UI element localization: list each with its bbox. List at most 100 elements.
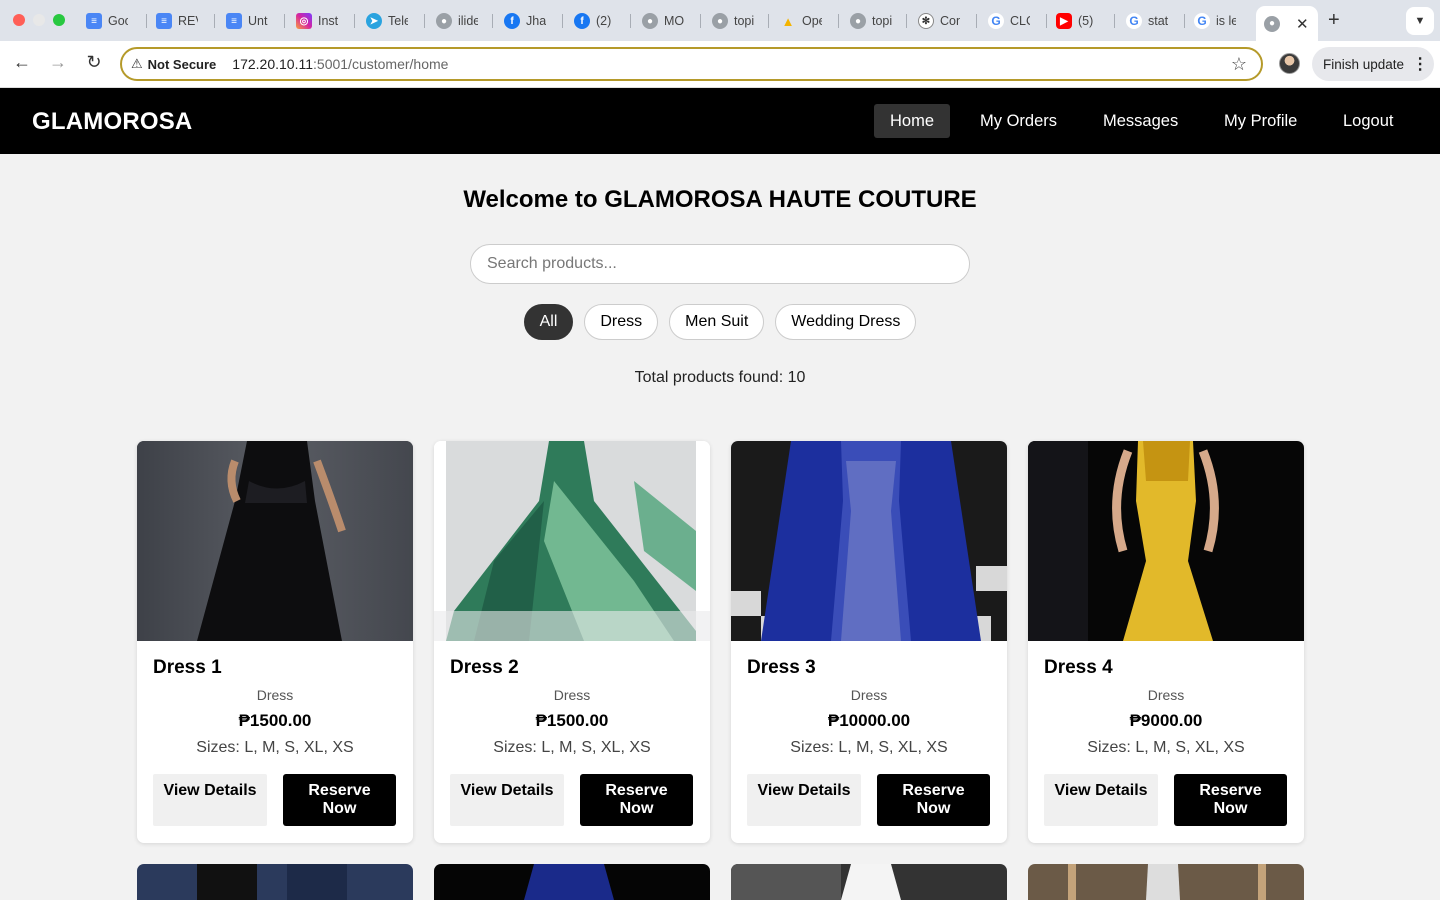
close-tab-icon[interactable]: ✕ bbox=[1296, 15, 1309, 33]
product-image[interactable] bbox=[137, 441, 413, 641]
back-arrow-icon[interactable]: ← bbox=[10, 52, 34, 73]
browser-tab[interactable]: Gstat bbox=[1126, 8, 1168, 34]
browser-tab[interactable]: ▶ (5) bbox=[1056, 8, 1098, 34]
globe-icon: ● bbox=[642, 13, 658, 29]
product-sizes: Sizes: L, M, S, XL, XS bbox=[1087, 739, 1245, 756]
globe-icon: ● bbox=[850, 13, 866, 29]
nav-home[interactable]: Home bbox=[874, 104, 951, 138]
forward-arrow-icon[interactable]: → bbox=[46, 52, 70, 73]
product-category: Dress bbox=[256, 687, 294, 703]
browser-tab[interactable]: ≡REV bbox=[156, 8, 198, 34]
product-sizes: Sizes: L, M, S, XL, XS bbox=[196, 739, 354, 756]
filter-dress[interactable]: Dress bbox=[584, 304, 659, 340]
browser-tab[interactable]: ● topi bbox=[712, 8, 754, 34]
product-name: Dress 3 bbox=[747, 657, 816, 678]
browser-tab[interactable]: ➤ Tele bbox=[366, 8, 408, 34]
bookmark-star-icon[interactable]: ☆ bbox=[1231, 54, 1247, 75]
profile-avatar[interactable] bbox=[1279, 53, 1300, 74]
close-window-icon[interactable] bbox=[13, 14, 25, 26]
reload-icon[interactable]: ↻ bbox=[82, 52, 106, 73]
maximize-window-icon[interactable] bbox=[53, 14, 65, 26]
product-price: ₱1500.00 bbox=[535, 711, 609, 730]
nav-logout[interactable]: Logout bbox=[1343, 104, 1393, 138]
total-products-count: Total products found: 10 bbox=[634, 369, 806, 386]
browser-tab[interactable]: ●MOI bbox=[642, 8, 684, 34]
product-card-image-partial[interactable] bbox=[434, 864, 710, 900]
product-image[interactable] bbox=[1028, 441, 1304, 641]
globe-icon: ● bbox=[712, 13, 728, 29]
browser-tab[interactable]: ● ilide bbox=[436, 8, 478, 34]
browser-tab[interactable]: f Jha bbox=[504, 8, 546, 34]
product-sizes: Sizes: L, M, S, XL, XS bbox=[790, 739, 948, 756]
tab-search-chevron-icon[interactable]: ▼ bbox=[1406, 7, 1434, 35]
browser-tab[interactable]: ≡Goo bbox=[86, 8, 128, 34]
reserve-now-button[interactable]: Reserve Now bbox=[580, 774, 693, 826]
product-price: ₱9000.00 bbox=[1129, 711, 1203, 730]
address-bar[interactable]: ⚠ Not Secure 172.20.10.11:5001/customer/… bbox=[120, 47, 1263, 81]
globe-icon: ● bbox=[436, 13, 452, 29]
browser-tab[interactable]: ◎Insta bbox=[296, 8, 338, 34]
reserve-now-button[interactable]: Reserve Now bbox=[283, 774, 396, 826]
product-card: Dress 4 Dress ₱9000.00 Sizes: L, M, S, X… bbox=[1028, 441, 1304, 843]
product-name: Dress 4 bbox=[1044, 657, 1113, 678]
new-tab-icon[interactable]: + bbox=[1328, 9, 1340, 32]
google-icon: G bbox=[1194, 13, 1210, 29]
product-card: Dress 3 Dress ₱10000.00 Sizes: L, M, S, … bbox=[731, 441, 1007, 843]
product-card: Dress 1 Dress ₱1500.00 Sizes: L, M, S, X… bbox=[137, 441, 413, 843]
google-icon: G bbox=[1126, 13, 1142, 29]
globe-icon: ● bbox=[1264, 15, 1280, 32]
google-docs-icon: ≡ bbox=[226, 13, 242, 29]
google-docs-icon: ≡ bbox=[86, 13, 102, 29]
google-drive-icon: ▲ bbox=[781, 13, 795, 29]
brand-logo[interactable]: GLAMOROSA bbox=[32, 108, 192, 136]
minimize-window-icon[interactable] bbox=[33, 14, 45, 26]
filter-all[interactable]: All bbox=[523, 304, 574, 340]
filter-wedding-dress[interactable]: Wedding Dress bbox=[775, 304, 917, 340]
filter-men-suit[interactable]: Men Suit bbox=[669, 304, 765, 340]
url-text[interactable]: 172.20.10.11:5001/customer/home bbox=[232, 56, 448, 72]
product-price: ₱1500.00 bbox=[238, 711, 312, 730]
browser-tab[interactable]: ✻ Con bbox=[918, 8, 960, 34]
google-docs-icon: ≡ bbox=[156, 13, 172, 29]
nav-messages[interactable]: Messages bbox=[1103, 104, 1178, 138]
product-card: Dress 2 Dress ₱1500.00 Sizes: L, M, S, X… bbox=[434, 441, 710, 843]
product-category: Dress bbox=[850, 687, 888, 703]
browser-tab[interactable]: ▲Ope bbox=[780, 8, 822, 34]
product-sizes: Sizes: L, M, S, XL, XS bbox=[493, 739, 651, 756]
view-details-button[interactable]: View Details bbox=[153, 774, 267, 826]
browser-tab[interactable]: ● topi bbox=[850, 8, 892, 34]
telegram-icon: ➤ bbox=[366, 13, 382, 29]
product-image[interactable] bbox=[731, 441, 1007, 641]
view-details-button[interactable]: View Details bbox=[1044, 774, 1158, 826]
search-input[interactable] bbox=[470, 244, 970, 284]
browser-tab[interactable]: f (2) bbox=[574, 8, 616, 34]
finish-update-button[interactable]: Finish update ⋮ bbox=[1312, 47, 1434, 81]
product-card-image-partial[interactable] bbox=[1028, 864, 1304, 900]
browser-tab-active[interactable]: ● ✕ bbox=[1256, 6, 1318, 41]
product-image[interactable] bbox=[434, 441, 710, 641]
product-category: Dress bbox=[1147, 687, 1185, 703]
browser-tab[interactable]: GCLC bbox=[988, 8, 1030, 34]
facebook-icon: f bbox=[504, 13, 520, 29]
product-card-image-partial[interactable] bbox=[731, 864, 1007, 900]
product-card-image-partial[interactable] bbox=[137, 864, 413, 900]
reserve-now-button[interactable]: Reserve Now bbox=[1174, 774, 1287, 826]
browser-tab[interactable]: Gis le bbox=[1194, 8, 1236, 34]
more-vertical-icon: ⋮ bbox=[1412, 56, 1429, 73]
reserve-now-button[interactable]: Reserve Now bbox=[877, 774, 990, 826]
view-details-button[interactable]: View Details bbox=[747, 774, 861, 826]
browser-tab[interactable]: ≡Unti bbox=[226, 8, 268, 34]
nav-my-profile[interactable]: My Profile bbox=[1224, 104, 1297, 138]
facebook-icon: f bbox=[574, 13, 590, 29]
nav-my-orders[interactable]: My Orders bbox=[980, 104, 1057, 138]
instagram-icon: ◎ bbox=[296, 13, 312, 29]
view-details-button[interactable]: View Details bbox=[450, 774, 564, 826]
product-category: Dress bbox=[553, 687, 591, 703]
page-title: Welcome to GLAMOROSA HAUTE COUTURE bbox=[463, 186, 977, 213]
product-name: Dress 2 bbox=[450, 657, 519, 678]
browser-tab-strip: ≡Goo ≡REV ≡Unti ◎Insta ➤Tele ●ilide fJha… bbox=[0, 0, 1440, 41]
category-filters: All Dress Men Suit Wedding Dress bbox=[0, 304, 1440, 340]
warning-triangle-icon: ⚠ bbox=[131, 56, 143, 71]
not-secure-label[interactable]: Not Secure bbox=[148, 57, 217, 72]
product-name: Dress 1 bbox=[153, 657, 222, 678]
